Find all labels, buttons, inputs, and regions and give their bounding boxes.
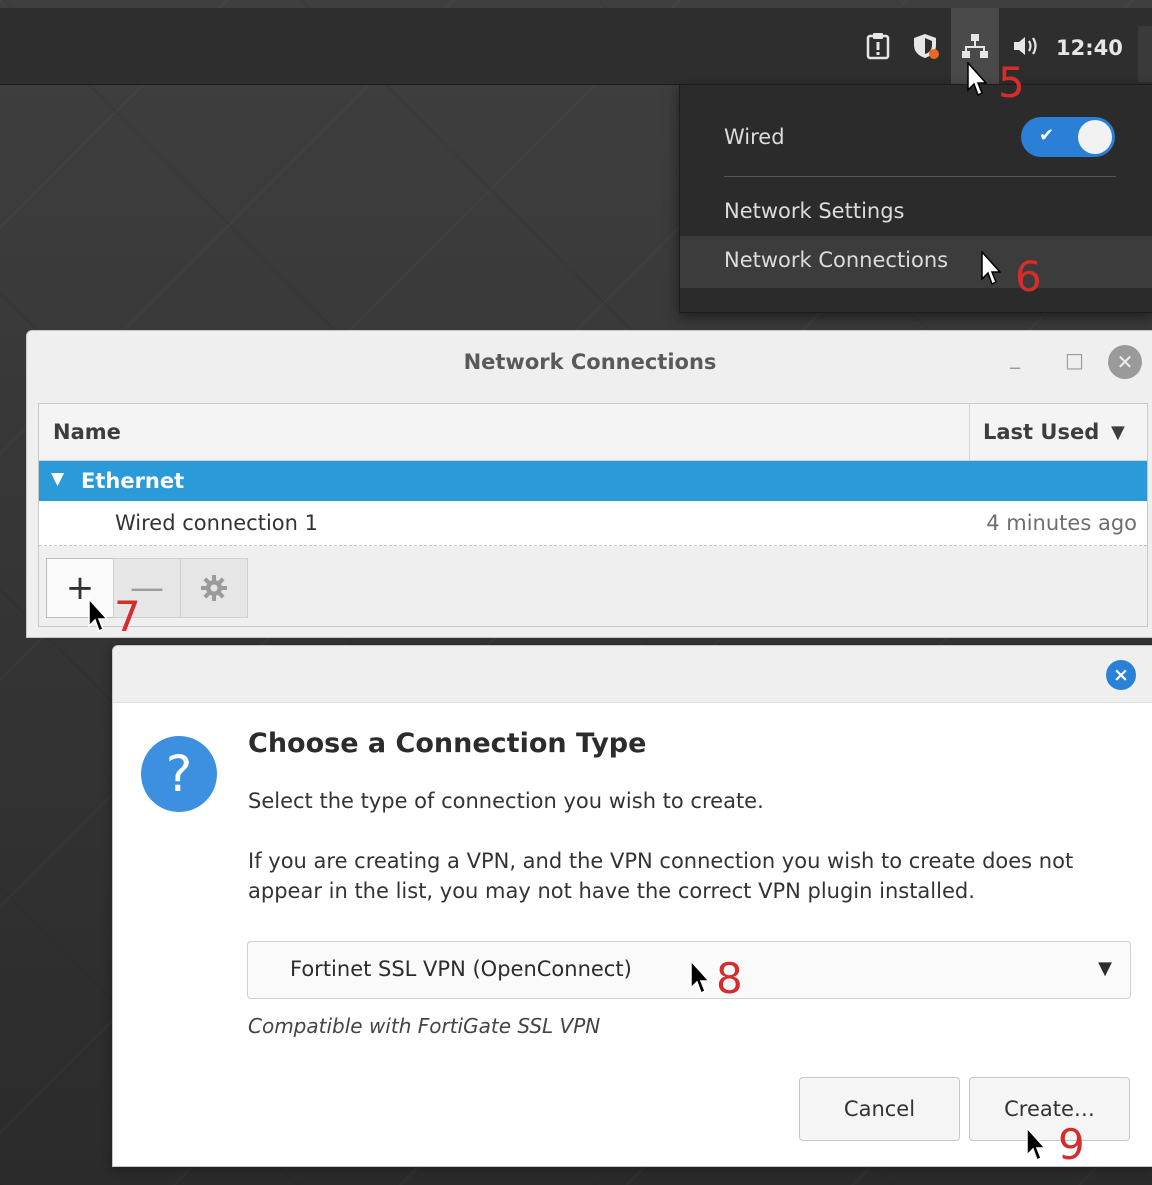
step-annotation-9: 9 [1058,1120,1085,1169]
minimize-button[interactable]: _ [1010,345,1020,369]
shield-icon[interactable] [906,26,946,66]
table-row[interactable]: Wired connection 1 4 minutes ago [39,501,1147,546]
dialog-title: Choose a Connection Type [248,728,647,759]
cursor-icon [88,598,108,633]
step-annotation-6: 6 [1015,252,1042,301]
close-dialog-button[interactable]: × [1106,660,1136,690]
list-toolbar: + — [39,546,1147,626]
step-annotation-7: 7 [114,592,141,641]
expand-triangle-icon[interactable]: ▼ [51,469,64,489]
cursor-icon [967,62,987,97]
panel-edge [1138,26,1152,82]
question-icon: ? [141,736,217,812]
column-name-header[interactable]: Name [53,420,121,444]
menu-item-network-connections[interactable]: Network Connections [680,236,1152,288]
selected-connection-type: Fortinet SSL VPN (OpenConnect) [290,957,632,981]
step-annotation-5: 5 [998,58,1025,107]
create-button[interactable]: Create… [969,1077,1130,1141]
column-divider [969,404,970,460]
chevron-down-icon: ▼ [1098,958,1112,979]
wired-label: Wired [724,125,785,149]
gear-icon [201,575,227,601]
list-header: Name Last Used ▼ [39,404,1147,461]
dialog-subtitle: Select the type of connection you wish t… [248,789,764,813]
window-title: Network Connections [463,350,717,374]
dialog-info-line-2: appear in the list, you may not have the… [248,879,975,903]
group-row-ethernet[interactable]: ▼ Ethernet [39,461,1147,501]
edit-connection-button[interactable] [180,558,248,618]
toggle-knob [1078,120,1112,154]
menu-divider [724,176,1116,177]
group-label: Ethernet [81,469,185,493]
step-annotation-8: 8 [716,954,743,1003]
clipboard-icon[interactable] [858,26,898,66]
network-menu: Wired ✔ Network Settings Network Connect… [679,84,1152,313]
cursor-icon [690,960,710,995]
connection-type-description: Compatible with FortiGate SSL VPN [248,1014,601,1038]
close-window-button[interactable]: ✕ [1108,345,1142,379]
cursor-icon [981,251,1001,286]
connection-type-dialog: × ? Choose a Connection Type Select the … [112,645,1152,1167]
check-icon: ✔ [1039,125,1055,146]
dialog-info-line-1: If you are creating a VPN, and the VPN c… [248,849,1074,873]
connection-name: Wired connection 1 [115,511,318,535]
column-last-used-header[interactable]: Last Used [983,420,1099,444]
network-connections-window: Network Connections _ □ ✕ Name Last Used… [26,330,1152,638]
clock[interactable]: 12:40 [1056,36,1123,60]
cursor-icon [1026,1127,1046,1162]
menu-item-label: Network Connections [724,248,949,272]
connection-type-select[interactable]: Fortinet SSL VPN (OpenConnect) ▼ [247,941,1131,999]
menu-item-network-settings[interactable]: Network Settings [724,199,905,223]
maximize-button[interactable]: □ [1065,348,1084,372]
sort-down-icon: ▼ [1111,422,1125,443]
connections-list: Name Last Used ▼ ▼ Ethernet Wired connec… [38,403,1148,627]
connection-last-used: 4 minutes ago [986,511,1137,535]
dialog-header: × [113,646,1152,703]
wired-toggle[interactable]: ✔ [1021,117,1115,157]
cancel-button[interactable]: Cancel [799,1077,960,1141]
